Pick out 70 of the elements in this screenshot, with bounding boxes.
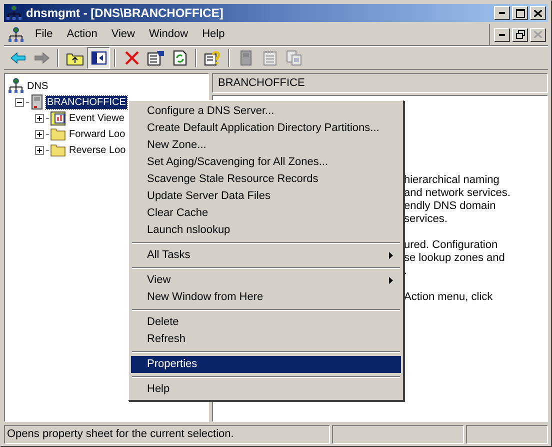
- event-log-icon: [50, 110, 66, 126]
- menu-item[interactable]: File: [28, 26, 60, 43]
- delete-x-icon: [124, 50, 140, 66]
- tree-item[interactable]: BRANCHOFFICE: [46, 96, 127, 108]
- description-text: se lookup zones and: [404, 252, 506, 265]
- context-menu-item[interactable]: Properties: [131, 356, 401, 373]
- context-menu-item[interactable]: Configure a DNS Server...: [131, 103, 401, 120]
- refresh-icon: [172, 50, 186, 66]
- context-menu-item[interactable]: All Tasks: [131, 247, 401, 264]
- status-text: Opens property sheet for the current selection.: [4, 425, 330, 444]
- menu-item[interactable]: View: [104, 26, 142, 43]
- tree-item[interactable]: DNS: [26, 80, 50, 92]
- window-title: dnsmgmt - [DNS\BRANCHOFFICE]: [26, 5, 224, 22]
- context-menu-item[interactable]: Clear Cache: [131, 205, 401, 222]
- menu-item[interactable]: Action: [60, 26, 104, 43]
- close-icon: [534, 31, 542, 38]
- context-menu-item[interactable]: Set Aging/Scavenging for All Zones...: [131, 154, 401, 171]
- context-menu-item[interactable]: Help: [131, 381, 401, 398]
- folder-icon: [50, 126, 66, 142]
- document-icon: [8, 26, 24, 42]
- description-text: hierarchical naming: [404, 174, 500, 187]
- context-menu-item[interactable]: Update Server Data Files: [131, 188, 401, 205]
- menu-item[interactable]: Window: [142, 26, 196, 43]
- forward-arrow-icon: [34, 50, 50, 66]
- server-icon: [240, 50, 252, 66]
- collapse-minus-icon[interactable]: [15, 98, 24, 106]
- back-arrow-icon: [10, 50, 26, 66]
- tree-item[interactable]: Event Viewe: [68, 112, 126, 124]
- network-icon: [8, 78, 24, 94]
- minimize-icon: [499, 34, 505, 36]
- context-menu-item[interactable]: View: [131, 272, 401, 289]
- close-button[interactable]: [530, 28, 546, 42]
- toolbar-button[interactable]: [87, 47, 110, 69]
- server-icon: [30, 94, 44, 110]
- context-menu-item[interactable]: Create Default Application Directory Partitions...: [131, 120, 401, 137]
- context-menu-item[interactable]: New Window from Here: [131, 289, 401, 306]
- restore-button[interactable]: [512, 28, 528, 42]
- minimize-button[interactable]: [494, 6, 510, 20]
- tree-item[interactable]: Forward Loo: [68, 128, 126, 140]
- expand-plus-icon[interactable]: [35, 130, 44, 138]
- tree-pane-icon: [90, 50, 106, 66]
- description-text: Action menu, click: [404, 291, 494, 304]
- expand-plus-icon[interactable]: [35, 114, 44, 122]
- maximize-button[interactable]: [512, 6, 528, 20]
- description-text: endly DNS domain: [404, 200, 497, 213]
- pane-header: BRANCHOFFICE: [212, 73, 548, 93]
- description-text: ured. Configuration: [404, 239, 499, 252]
- description-text: services.: [404, 213, 448, 226]
- properties-icon: [146, 50, 164, 66]
- close-icon: [534, 10, 542, 16]
- expand-plus-icon[interactable]: [35, 146, 44, 154]
- maximize-icon: [516, 8, 524, 18]
- description-text: .: [404, 265, 408, 278]
- tree-item[interactable]: Reverse Loo: [68, 144, 127, 156]
- menu-item[interactable]: Help: [195, 26, 232, 43]
- minimize-button[interactable]: [494, 28, 510, 42]
- notepad-icon: [262, 50, 276, 66]
- context-menu-item[interactable]: Refresh: [131, 331, 401, 348]
- restore-icon: [516, 30, 524, 39]
- minimize-icon: [499, 12, 505, 14]
- help-icon: [204, 50, 222, 66]
- description-text: and network services.: [404, 187, 512, 200]
- app-icon: [6, 5, 22, 21]
- context-menu-item[interactable]: Scavenge Stale Resource Records: [131, 171, 401, 188]
- context-menu-item[interactable]: Launch nslookup: [131, 222, 401, 239]
- folder-icon: [50, 142, 66, 158]
- context-menu-item[interactable]: New Zone...: [131, 137, 401, 154]
- context-menu-item[interactable]: Delete: [131, 314, 401, 331]
- close-button[interactable]: [530, 6, 546, 20]
- documents-icon: [286, 50, 302, 66]
